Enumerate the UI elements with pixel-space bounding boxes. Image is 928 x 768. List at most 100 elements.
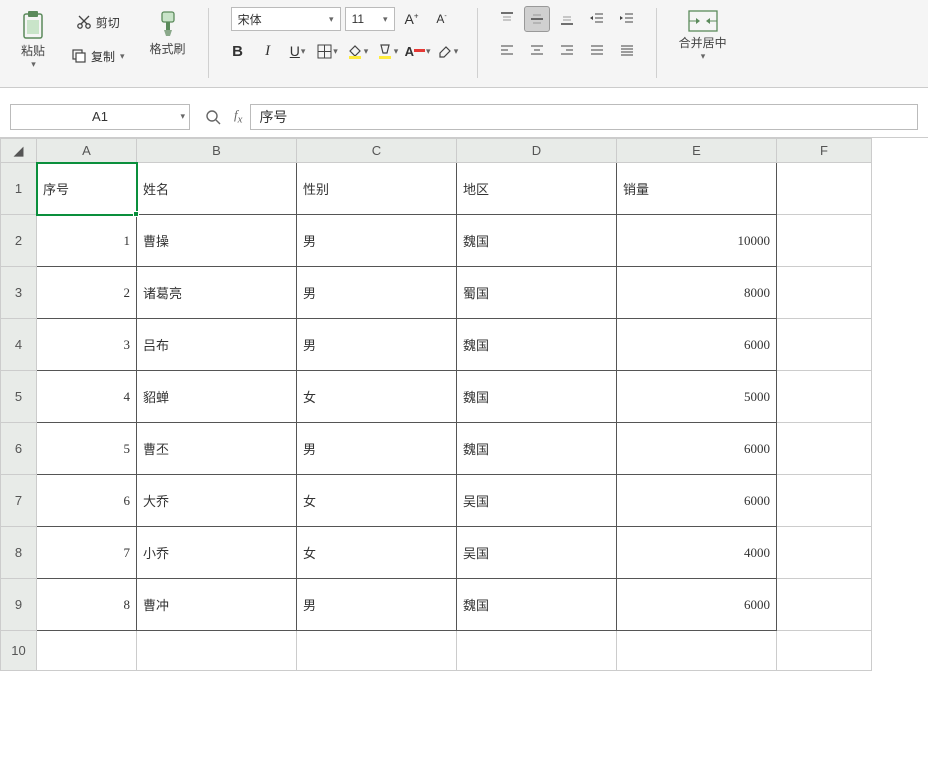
cell[interactable]: 1 xyxy=(37,215,137,267)
cell[interactable]: 魏国 xyxy=(457,319,617,371)
cell[interactable]: 男 xyxy=(297,423,457,475)
cell[interactable] xyxy=(777,631,872,671)
cell[interactable] xyxy=(457,631,617,671)
cell[interactable]: 貂蝉 xyxy=(137,371,297,423)
cell[interactable]: 男 xyxy=(297,215,457,267)
row-header[interactable]: 10 xyxy=(1,631,37,671)
highlight-button[interactable]: ▾ xyxy=(375,38,401,64)
search-button[interactable] xyxy=(200,104,226,130)
cell[interactable]: 6 xyxy=(37,475,137,527)
cell[interactable]: 吴国 xyxy=(457,475,617,527)
cell[interactable] xyxy=(777,267,872,319)
distribute-button[interactable] xyxy=(614,38,640,64)
font-size-select[interactable]: 11 ▾ xyxy=(345,7,395,31)
cell[interactable]: 曹冲 xyxy=(137,579,297,631)
cell[interactable]: 3 xyxy=(37,319,137,371)
underline-button[interactable]: U▾ xyxy=(285,38,311,64)
formula-input[interactable]: 序号 xyxy=(250,104,918,130)
cell-a1[interactable]: 序号 xyxy=(37,163,137,215)
cell[interactable]: 魏国 xyxy=(457,423,617,475)
cell[interactable]: 大乔 xyxy=(137,475,297,527)
bold-button[interactable]: B xyxy=(225,38,251,64)
cell[interactable]: 姓名 xyxy=(137,163,297,215)
col-header-e[interactable]: E xyxy=(617,139,777,163)
format-painter-button[interactable]: 格式刷 xyxy=(144,6,192,61)
cell[interactable]: 5000 xyxy=(617,371,777,423)
row-header[interactable]: 7 xyxy=(1,475,37,527)
cell[interactable] xyxy=(777,579,872,631)
cell[interactable]: 10000 xyxy=(617,215,777,267)
cell[interactable]: 曹丕 xyxy=(137,423,297,475)
cell[interactable]: 吕布 xyxy=(137,319,297,371)
font-color-button[interactable]: A ▾ xyxy=(405,38,431,64)
row-header[interactable]: 2 xyxy=(1,215,37,267)
row-header[interactable]: 6 xyxy=(1,423,37,475)
cell[interactable] xyxy=(777,423,872,475)
paste-button[interactable]: 粘贴 ▾ xyxy=(14,6,52,74)
col-header-a[interactable]: A xyxy=(37,139,137,163)
row-header[interactable]: 1 xyxy=(1,163,37,215)
cell[interactable]: 女 xyxy=(297,475,457,527)
select-all-corner[interactable]: ◢ xyxy=(1,139,37,163)
fill-handle[interactable] xyxy=(133,211,139,217)
cell[interactable]: 4 xyxy=(37,371,137,423)
cell[interactable]: 4000 xyxy=(617,527,777,579)
copy-button[interactable]: 复制 ▾ xyxy=(66,45,130,68)
cell[interactable] xyxy=(777,475,872,527)
cell[interactable]: 小乔 xyxy=(137,527,297,579)
cell[interactable]: 8000 xyxy=(617,267,777,319)
row-header[interactable]: 4 xyxy=(1,319,37,371)
cell[interactable] xyxy=(617,631,777,671)
align-top-button[interactable] xyxy=(494,6,520,32)
cell[interactable] xyxy=(37,631,137,671)
cell[interactable]: 女 xyxy=(297,371,457,423)
cell[interactable] xyxy=(137,631,297,671)
cell[interactable]: 地区 xyxy=(457,163,617,215)
name-box[interactable]: A1 ▾ xyxy=(10,104,190,130)
cell[interactable]: 曹操 xyxy=(137,215,297,267)
cell[interactable]: 2 xyxy=(37,267,137,319)
cell[interactable]: 男 xyxy=(297,267,457,319)
align-bottom-button[interactable] xyxy=(554,6,580,32)
row-header[interactable]: 3 xyxy=(1,267,37,319)
col-header-f[interactable]: F xyxy=(777,139,872,163)
cut-button[interactable]: 剪切 xyxy=(71,11,125,34)
align-left-button[interactable] xyxy=(494,38,520,64)
col-header-c[interactable]: C xyxy=(297,139,457,163)
align-middle-button[interactable] xyxy=(524,6,550,32)
increase-indent-button[interactable] xyxy=(614,6,640,32)
cell[interactable]: 魏国 xyxy=(457,215,617,267)
cell[interactable]: 6000 xyxy=(617,319,777,371)
cell[interactable]: 蜀国 xyxy=(457,267,617,319)
align-right-button[interactable] xyxy=(554,38,580,64)
cell[interactable]: 诸葛亮 xyxy=(137,267,297,319)
cell[interactable]: 魏国 xyxy=(457,579,617,631)
cell[interactable] xyxy=(297,631,457,671)
row-header[interactable]: 9 xyxy=(1,579,37,631)
decrease-indent-button[interactable] xyxy=(584,6,610,32)
cell[interactable]: 销量 xyxy=(617,163,777,215)
row-header[interactable]: 5 xyxy=(1,371,37,423)
cell[interactable]: 7 xyxy=(37,527,137,579)
eraser-button[interactable]: ▾ xyxy=(435,38,461,64)
cell[interactable]: 魏国 xyxy=(457,371,617,423)
col-header-d[interactable]: D xyxy=(457,139,617,163)
cell[interactable] xyxy=(777,527,872,579)
cell[interactable] xyxy=(777,163,872,215)
cell[interactable]: 6000 xyxy=(617,423,777,475)
fill-color-button[interactable]: ▾ xyxy=(345,38,371,64)
cell[interactable] xyxy=(777,319,872,371)
cell[interactable] xyxy=(777,215,872,267)
cell[interactable]: 男 xyxy=(297,579,457,631)
justify-button[interactable] xyxy=(584,38,610,64)
align-center-button[interactable] xyxy=(524,38,550,64)
increase-font-button[interactable]: A+ xyxy=(399,6,425,32)
cell[interactable]: 性别 xyxy=(297,163,457,215)
row-header[interactable]: 8 xyxy=(1,527,37,579)
merge-center-button[interactable]: 合并居中 ▾ xyxy=(673,6,733,66)
cell[interactable]: 5 xyxy=(37,423,137,475)
cell[interactable] xyxy=(777,371,872,423)
cell[interactable]: 男 xyxy=(297,319,457,371)
font-name-select[interactable]: 宋体 ▾ xyxy=(231,7,341,31)
cell[interactable]: 女 xyxy=(297,527,457,579)
